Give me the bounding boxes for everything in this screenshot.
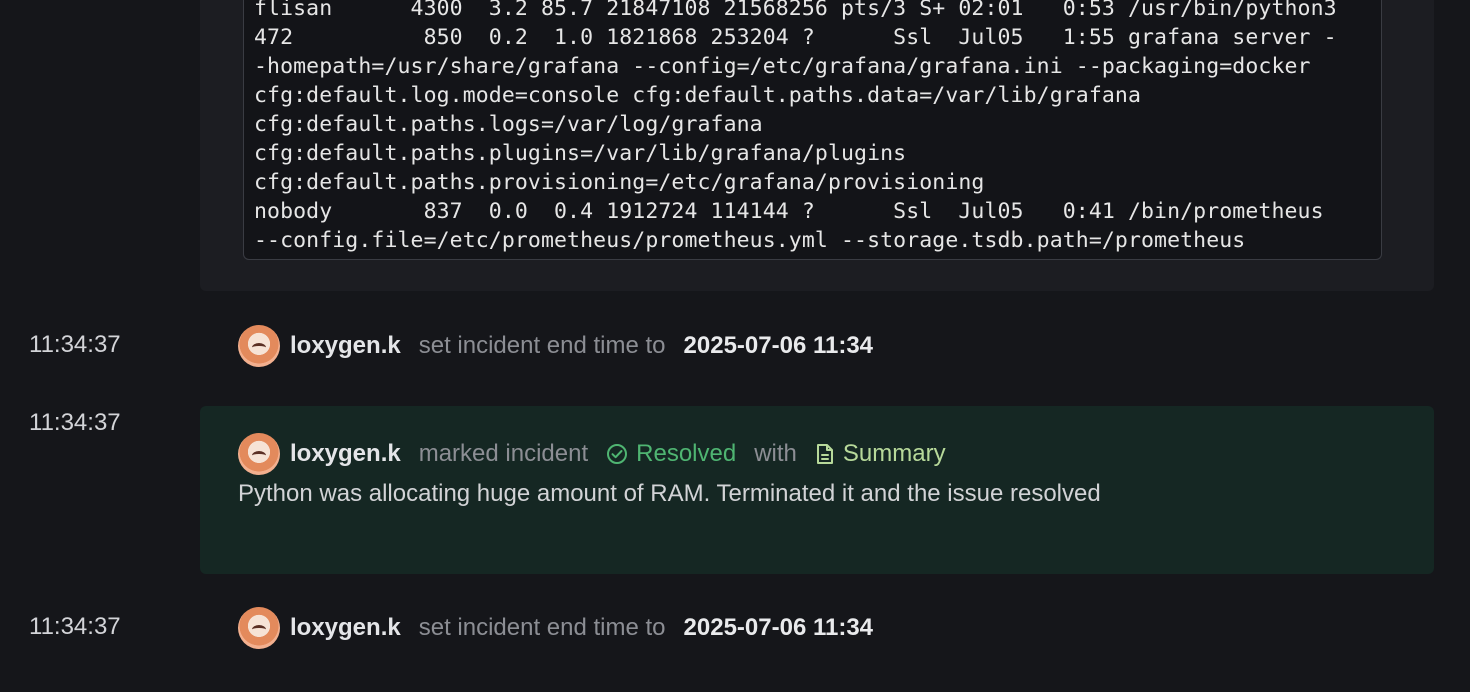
check-circle-icon	[606, 443, 628, 465]
code-line: cfg:default.paths.provisioning=/etc/graf…	[254, 170, 985, 195]
event-action: set incident end time to	[418, 614, 666, 641]
event-value: 2025-07-06 11:34	[683, 614, 874, 641]
code-line: 472 850 0.2 1.0 1821868 253204 ? Ssl Jul…	[254, 25, 1337, 50]
event-action: set incident end time to	[418, 332, 666, 359]
timeline-event: loxygen.k set incident end time to 2025-…	[238, 325, 873, 367]
code-line: cfg:default.log.mode=console cfg:default…	[254, 83, 1141, 108]
code-block: flisan 4300 3.2 85.7 21847108 21568256 p…	[243, 0, 1382, 260]
event-value: 2025-07-06 11:34	[683, 332, 874, 359]
event-user[interactable]: loxygen.k	[290, 332, 401, 360]
code-line: cfg:default.paths.logs=/var/log/grafana	[254, 112, 763, 137]
code-line: --config.file=/etc/prometheus/prometheus…	[254, 228, 1246, 253]
status-badge: Resolved	[636, 440, 737, 467]
event-timestamp: 11:34:37	[29, 331, 121, 358]
code-content: flisan 4300 3.2 85.7 21847108 21568256 p…	[254, 0, 1337, 255]
resolution-message: Python was allocating huge amount of RAM…	[238, 480, 1101, 507]
event-connector: with	[754, 440, 797, 467]
event-action: marked incident	[418, 440, 589, 467]
event-timestamp: 11:34:37	[29, 409, 121, 436]
document-icon	[815, 443, 835, 465]
code-line: cfg:default.paths.plugins=/var/lib/grafa…	[254, 141, 907, 166]
user-avatar[interactable]	[238, 607, 280, 649]
timeline-event: loxygen.k set incident end time to 2025-…	[238, 607, 873, 649]
user-avatar[interactable]	[238, 433, 280, 475]
event-user[interactable]: loxygen.k	[290, 440, 401, 468]
event-timestamp: 11:34:37	[29, 613, 121, 640]
summary-link[interactable]: Summary	[843, 440, 946, 468]
user-avatar[interactable]	[238, 325, 280, 367]
event-user[interactable]: loxygen.k	[290, 614, 401, 642]
code-line: flisan 4300 3.2 85.7 21847108 21568256 p…	[254, 0, 1337, 21]
code-line: nobody 837 0.0 0.4 1912724 114144 ? Ssl …	[254, 199, 1324, 224]
timeline-event: loxygen.k marked incident Resolved with …	[238, 433, 946, 475]
code-line: -homepath=/usr/share/grafana --config=/e…	[254, 54, 1311, 79]
log-output-card: flisan 4300 3.2 85.7 21847108 21568256 p…	[200, 0, 1434, 291]
